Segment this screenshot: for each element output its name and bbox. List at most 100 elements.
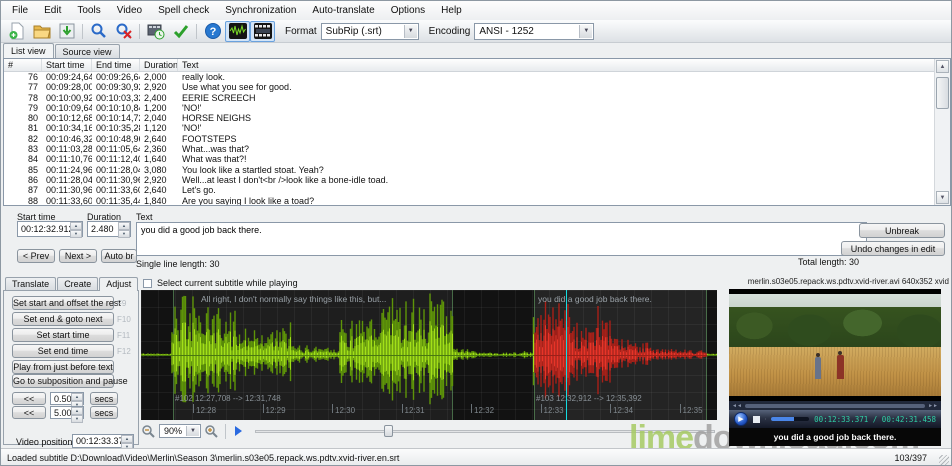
- start-time-input[interactable]: 00:12:32.912 ▲▼: [17, 221, 83, 237]
- replace-button[interactable]: [111, 21, 136, 42]
- table-row[interactable]: 8400:11:10,76000:11:12,4001,640What was …: [4, 154, 934, 164]
- seek-back-button[interactable]: <<: [12, 406, 46, 419]
- column-header-text[interactable]: Text: [178, 59, 950, 71]
- table-row[interactable]: 8800:11:33,60000:11:35,4401,840Are you s…: [4, 196, 934, 205]
- seek-forward-icon[interactable]: ►►: [928, 403, 938, 409]
- subtitle-text-input[interactable]: you did a good job back there.: [136, 222, 867, 256]
- speaker-icon[interactable]: [765, 414, 766, 424]
- seek-secs-button[interactable]: secs: [90, 406, 118, 419]
- waveform-zoom-select[interactable]: 90% ▼: [159, 424, 201, 438]
- visual-sync-button[interactable]: [143, 21, 168, 42]
- waveform-scrollbar[interactable]: [255, 424, 717, 438]
- seek-amount-input[interactable]: 0.500▲▼: [50, 392, 84, 405]
- table-row[interactable]: 8300:11:03,28000:11:05,6402,360What...wa…: [4, 144, 934, 154]
- auto-br-button[interactable]: Auto br: [101, 249, 137, 263]
- scrollbar-thumb[interactable]: [936, 77, 949, 109]
- table-row[interactable]: 7700:09:28,00000:09:30,9202,920Use what …: [4, 82, 934, 92]
- seek-back-icon[interactable]: ◄◄: [732, 403, 742, 409]
- table-row[interactable]: 8500:11:24,96000:11:28,0403,080You look …: [4, 165, 934, 175]
- save-button[interactable]: [54, 21, 79, 42]
- tab-create[interactable]: Create: [57, 277, 98, 290]
- open-file-button[interactable]: [29, 21, 54, 42]
- spinner-buttons[interactable]: ▲▼: [71, 393, 83, 404]
- format-select[interactable]: SubRip (.srt) ▼: [321, 23, 419, 40]
- table-row[interactable]: 8200:10:46,32000:10:48,9602,640FOOTSTEPS: [4, 134, 934, 144]
- scrollbar-track[interactable]: [255, 430, 715, 433]
- zoom-out-icon[interactable]: [141, 424, 156, 439]
- stop-button[interactable]: [753, 416, 760, 423]
- tab-list-view[interactable]: List view: [3, 43, 54, 58]
- menu-tools[interactable]: Tools: [69, 2, 108, 19]
- seek-amount-input[interactable]: 5.000▲▼: [50, 406, 84, 419]
- new-file-button[interactable]: [4, 21, 29, 42]
- adjust-button-set-start-time[interactable]: Set start time: [12, 328, 114, 342]
- adjust-button-set-end-goto-next[interactable]: Set end & goto next: [12, 312, 114, 326]
- spell-check-button[interactable]: [168, 21, 193, 42]
- scroll-up-icon[interactable]: ▲: [936, 60, 949, 73]
- column-header-duration[interactable]: Duration: [140, 59, 178, 71]
- menu-options[interactable]: Options: [383, 2, 433, 19]
- zoom-in-icon[interactable]: [204, 424, 219, 439]
- menu-auto-translate[interactable]: Auto-translate: [304, 2, 382, 19]
- encoding-select[interactable]: ANSI - 1252 ▼: [474, 23, 594, 40]
- toggle-waveform-button[interactable]: [225, 21, 250, 42]
- prev-button[interactable]: < Prev: [17, 249, 55, 263]
- cell: 00:10:00,920: [42, 93, 92, 103]
- table-row[interactable]: 7600:09:24,64000:09:26,6402,000really lo…: [4, 72, 934, 82]
- find-button[interactable]: [86, 21, 111, 42]
- play-button[interactable]: ▶: [734, 412, 748, 426]
- resize-grip[interactable]: [939, 455, 949, 465]
- list-body[interactable]: 7600:09:24,64000:09:26,6402,000really lo…: [4, 72, 934, 205]
- spinner-buttons[interactable]: ▲▼: [71, 407, 83, 418]
- video-seekbar[interactable]: ◄◄ ►►: [729, 401, 941, 410]
- menu-video[interactable]: Video: [109, 2, 150, 19]
- table-row[interactable]: 8100:10:34,16000:10:35,2801,120'NO!': [4, 123, 934, 133]
- list-scrollbar[interactable]: ▲ ▼: [934, 59, 950, 205]
- video-position-input[interactable]: 00:12:33.371 ▲▼: [72, 434, 134, 448]
- waveform-panel: Select current subtitle while playing Al…: [141, 277, 727, 447]
- volume-slider[interactable]: [771, 417, 809, 421]
- scroll-down-icon[interactable]: ▼: [936, 191, 949, 204]
- seek-back-button[interactable]: <<: [12, 392, 46, 405]
- scrollbar-handle[interactable]: [384, 425, 393, 437]
- tab-translate[interactable]: Translate: [5, 277, 56, 290]
- video-frame[interactable]: [729, 289, 941, 401]
- adjust-button-set-start-and-offset-the-rest[interactable]: Set start and offset the rest: [12, 296, 114, 310]
- seek-track[interactable]: [745, 404, 925, 408]
- seek-secs-button[interactable]: secs: [90, 392, 118, 405]
- table-row[interactable]: 7800:10:00,92000:10:03,3202,400EERIE SCR…: [4, 93, 934, 103]
- cell: Let's go.: [178, 185, 934, 195]
- table-row[interactable]: 7900:10:09,64000:10:10,8401,200'NO!': [4, 103, 934, 113]
- table-row[interactable]: 8000:10:12,68000:10:14,7202,040HORSE NEI…: [4, 113, 934, 123]
- select-current-subtitle-checkbox[interactable]: [143, 279, 152, 288]
- start-time-value: 00:12:32.912: [21, 224, 74, 234]
- menu-synchronization[interactable]: Synchronization: [217, 2, 304, 19]
- adjust-button-set-end-time[interactable]: Set end time: [12, 344, 114, 358]
- column-header-end-time[interactable]: End time: [92, 59, 140, 71]
- adjust-button-play-from-just-before-text[interactable]: Play from just before text: [12, 360, 114, 374]
- tab-source-view[interactable]: Source view: [55, 44, 120, 58]
- play-waveform-icon[interactable]: [232, 425, 244, 437]
- duration-input[interactable]: 2.480 ▲▼: [87, 221, 131, 237]
- tab-adjust[interactable]: Adjust: [99, 277, 138, 291]
- next-button[interactable]: Next >: [59, 249, 97, 263]
- menu-help[interactable]: Help: [433, 2, 470, 19]
- cell: 82: [4, 134, 42, 144]
- spinner-buttons[interactable]: ▲▼: [121, 435, 133, 447]
- unbreak-button[interactable]: Unbreak: [859, 223, 945, 238]
- help-button[interactable]: ?: [200, 21, 225, 42]
- spinner-buttons[interactable]: ▲▼: [118, 222, 130, 236]
- column-header-[interactable]: #: [4, 59, 42, 71]
- toggle-video-button[interactable]: [250, 21, 275, 42]
- toolbar-separator: [196, 24, 197, 39]
- menu-edit[interactable]: Edit: [36, 2, 69, 19]
- table-row[interactable]: 8700:11:30,96000:11:33,6002,640Let's go.: [4, 185, 934, 195]
- menu-spell-check[interactable]: Spell check: [150, 2, 217, 19]
- column-header-start-time[interactable]: Start time: [42, 59, 92, 71]
- adjust-button-go-to-subposition-and-pause[interactable]: Go to subposition and pause: [12, 374, 114, 388]
- table-row[interactable]: 8600:11:28,04000:11:30,9602,920Well...at…: [4, 175, 934, 185]
- menu-file[interactable]: File: [4, 2, 36, 19]
- spinner-buttons[interactable]: ▲▼: [70, 222, 82, 236]
- undo-edit-button[interactable]: Undo changes in edit: [841, 241, 945, 256]
- waveform-display[interactable]: All right, I don't normally say things l…: [141, 290, 717, 420]
